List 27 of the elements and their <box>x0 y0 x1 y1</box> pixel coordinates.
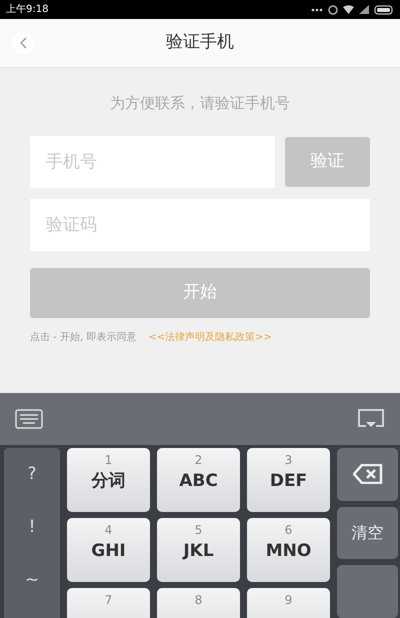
keypad-key[interactable]: 5 JKL <box>157 518 240 582</box>
symbol-key[interactable]: ~ <box>24 572 40 589</box>
keypad-key[interactable]: 7 <box>67 588 150 618</box>
back-chevron-icon <box>19 37 27 49</box>
back-button[interactable] <box>12 32 34 54</box>
hide-keyboard-icon[interactable] <box>357 408 385 430</box>
signal-icon <box>359 5 369 14</box>
keypad-key[interactable]: 3 DEF <box>247 448 330 512</box>
status-time: 上午9:18 <box>6 4 48 14</box>
keypad-key[interactable]: 2 ABC <box>157 448 240 512</box>
backspace-key[interactable] <box>337 448 398 501</box>
more-dots-icon <box>311 8 323 12</box>
clear-key[interactable]: 清空 <box>337 506 398 560</box>
keypad-key[interactable]: 6 MNO <box>247 518 330 582</box>
agreement-text: 点击 - 开始, 即表示同意 <box>30 330 136 344</box>
battery-icon <box>374 4 394 14</box>
subtitle-text: 为方便联系，请验证手机号 <box>110 93 290 114</box>
keypad-key[interactable]: 9 <box>247 588 330 618</box>
wifi-icon <box>343 5 354 14</box>
keypad-key[interactable]: 1 分词 <box>67 448 150 512</box>
keyboard-icon[interactable] <box>15 409 43 429</box>
symbol-key[interactable]: ? <box>27 466 37 483</box>
keypad-key[interactable]: 8 <box>157 588 240 618</box>
page-title: 验证手机 <box>166 31 234 54</box>
keypad-key[interactable]: 4 GHI <box>67 518 150 582</box>
symbol-key[interactable]: ! <box>28 519 36 536</box>
backspace-icon <box>352 464 382 484</box>
